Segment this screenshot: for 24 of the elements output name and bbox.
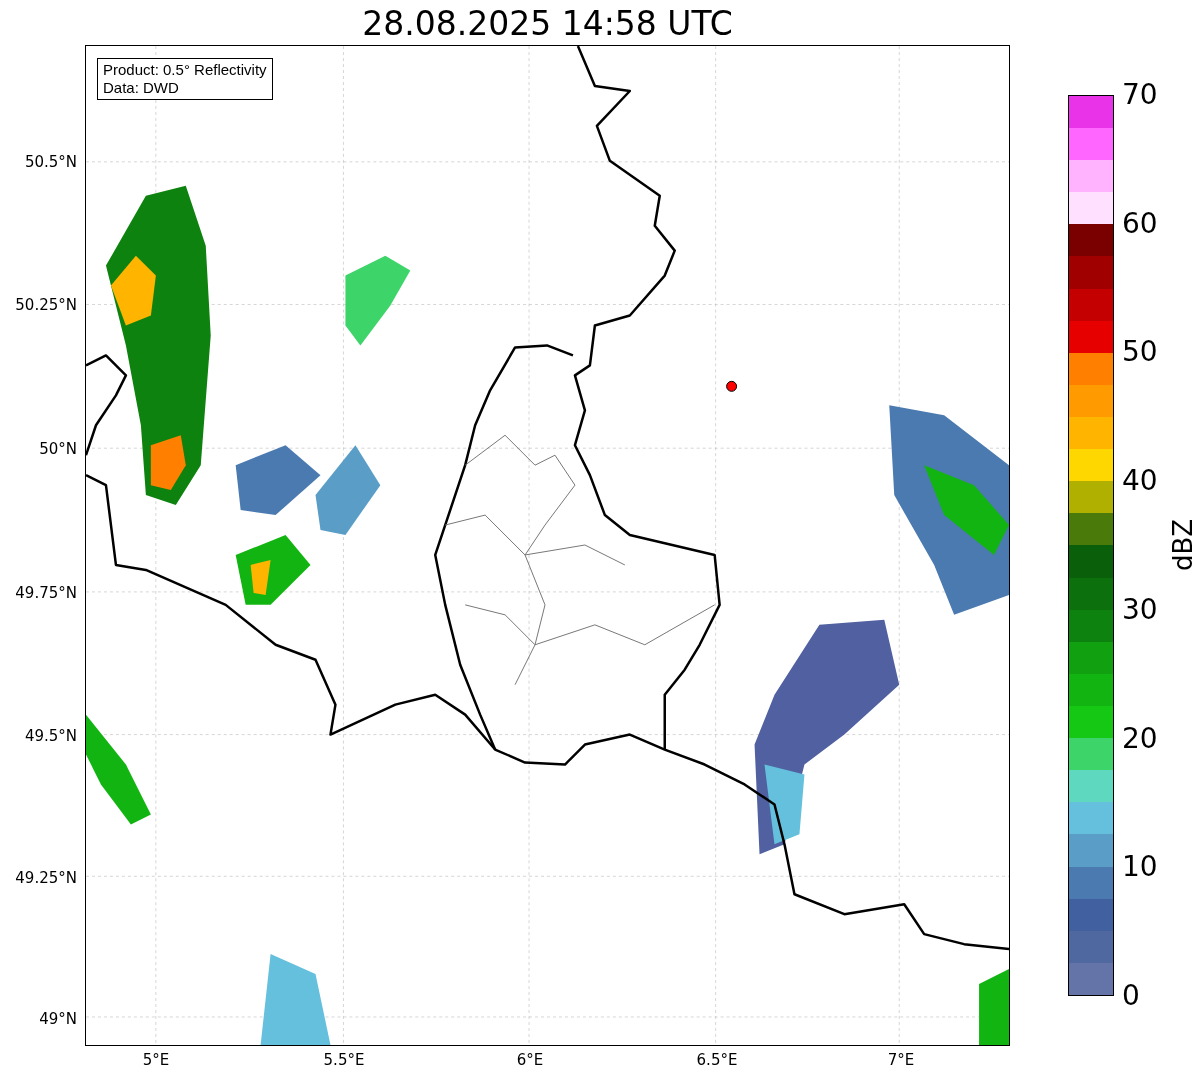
y-axis-label: 49°N: [39, 1010, 77, 1028]
y-axis-label: 49.5°N: [24, 727, 77, 745]
colorbar-tick-label: 30: [1122, 593, 1158, 626]
info-text: Product: 0.5° Reflectivity: [103, 61, 267, 79]
x-axis-label: 7°E: [887, 1051, 915, 1069]
x-axis-label: 6.5°E: [696, 1051, 738, 1069]
y-axis-label: 50.5°N: [24, 153, 77, 171]
colorbar-tick-label: 20: [1122, 722, 1158, 755]
colorbar-tick-label: 50: [1122, 336, 1158, 369]
x-axis-label: 5.5°E: [323, 1051, 365, 1069]
colorbar-tick-label: 60: [1122, 207, 1158, 240]
colorbar-label: dBZ: [1168, 518, 1199, 572]
colorbar-tick-label: 70: [1122, 79, 1158, 111]
colorbar-tick-label: 40: [1122, 465, 1158, 498]
info-text: Data: DWD: [103, 79, 180, 97]
colorbar-tick-label: 10: [1122, 851, 1158, 884]
x-axis-label: 5°E: [142, 1051, 170, 1069]
y-axis-label: 49.75°N: [15, 584, 77, 602]
y-axis-label: 50°N: [39, 440, 77, 458]
y-axis-label: 50.25°N: [15, 296, 77, 314]
colorbar-tick-label: 0: [1122, 980, 1140, 1012]
y-axis-label: 49.25°N: [15, 869, 77, 887]
x-axis-label: 6°E: [516, 1051, 544, 1069]
chart-title: 28.08.2025 14:58 UTC: [361, 3, 734, 45]
